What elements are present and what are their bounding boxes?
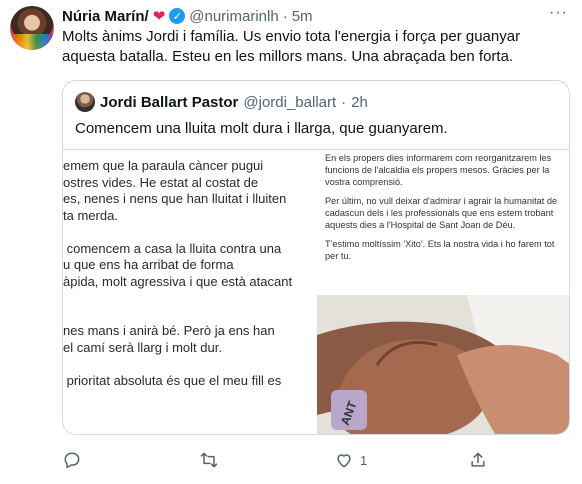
- quoted-author-display-name: Jordi Ballart Pastor: [100, 93, 239, 111]
- reply-button[interactable]: [62, 448, 88, 472]
- letter-line: comencem a casa la lluita contra una: [63, 240, 282, 256]
- letter-line: es, nenes i nens que han lluitat i lluit…: [63, 191, 287, 206]
- letter-line: [63, 356, 313, 373]
- tweet-actions: 1: [62, 448, 567, 472]
- letter-line: [63, 290, 313, 307]
- letter-text: emem que la paraula càncer pugui ostres v…: [63, 158, 313, 389]
- verified-badge-icon: ✓: [169, 8, 186, 24]
- quoted-author-handle: @jordi_ballart: [243, 93, 337, 111]
- reply-icon: [64, 452, 80, 469]
- letter-line: àpida, molt agressiva i que està atacant: [63, 273, 293, 289]
- tweet-header: Núria Marín/ ❤ ✓ @nurimarinlh · 5m: [62, 6, 313, 26]
- letter-line: u que ens ha arribat de forma: [63, 257, 234, 272]
- tweet-timestamp[interactable]: 5m: [292, 8, 313, 25]
- letter-paragraph: En els propers dies informarem com reorg…: [325, 153, 552, 187]
- separator-dot: ·: [282, 7, 288, 25]
- author-display-name[interactable]: Núria Marín/: [62, 8, 149, 25]
- like-icon: [337, 454, 351, 468]
- quoted-tweet-media[interactable]: emem que la paraula càncer pugui ostres v…: [63, 149, 569, 434]
- more-options-icon[interactable]: ···: [549, 4, 568, 22]
- letter-paragraph: Per últim, no vull deixar d'admirar i ag…: [325, 196, 558, 230]
- tweet: Núria Marín/ ❤ ✓ @nurimarinlh · 5m ··· M…: [0, 0, 582, 484]
- share-icon: [471, 452, 485, 467]
- letter-image-right[interactable]: En els propers dies informarem com reorg…: [317, 150, 569, 295]
- hands-photo[interactable]: ANT: [317, 295, 569, 434]
- letter-line: ostres vides. He estat al costat de: [63, 174, 259, 190]
- letter-line: [63, 224, 313, 241]
- quoted-tweet-text: Comencem una lluita molt dura i llarga, …: [75, 120, 448, 137]
- letter-line: prioritat absoluta és que el meu fill es: [63, 372, 282, 388]
- letter-line: [63, 307, 313, 324]
- letter-image-left[interactable]: emem que la paraula càncer pugui ostres v…: [63, 150, 315, 434]
- like-count: 1: [360, 452, 368, 468]
- quoted-tweet-timestamp: 2h: [351, 93, 368, 111]
- author-handle[interactable]: @nurimarinlh: [189, 8, 278, 25]
- letter-paragraph: T'estimo moltíssim 'Xito'. Ets la nostra…: [325, 239, 555, 261]
- separator-dot: ·: [341, 93, 347, 111]
- quoted-author-avatar: [75, 92, 95, 112]
- letter-line: nes mans i anirà bé. Però ja ens han: [63, 323, 275, 338]
- retweet-icon: [200, 452, 218, 468]
- letter-line: el camí serà llarg i molt dur.: [63, 339, 222, 355]
- quoted-tweet-header: Jordi Ballart Pastor @jordi_ballart · 2h: [75, 92, 368, 112]
- author-avatar[interactable]: [10, 6, 54, 50]
- share-button[interactable]: [468, 448, 494, 472]
- quoted-tweet-card[interactable]: Jordi Ballart Pastor @jordi_ballart · 2h…: [62, 80, 570, 435]
- letter-line: ta merda.: [63, 207, 118, 223]
- media-right-column: En els propers dies informarem com reorg…: [317, 150, 569, 434]
- like-button[interactable]: 1: [334, 448, 367, 472]
- tweet-text: Molts ànims Jordi i família. Us envio to…: [62, 28, 521, 65]
- hands-photo-illustration: ANT: [317, 295, 569, 434]
- retweet-button[interactable]: [198, 448, 226, 472]
- heart-emoji-icon: ❤: [152, 8, 166, 25]
- letter-line: emem que la paraula càncer pugui: [63, 158, 264, 173]
